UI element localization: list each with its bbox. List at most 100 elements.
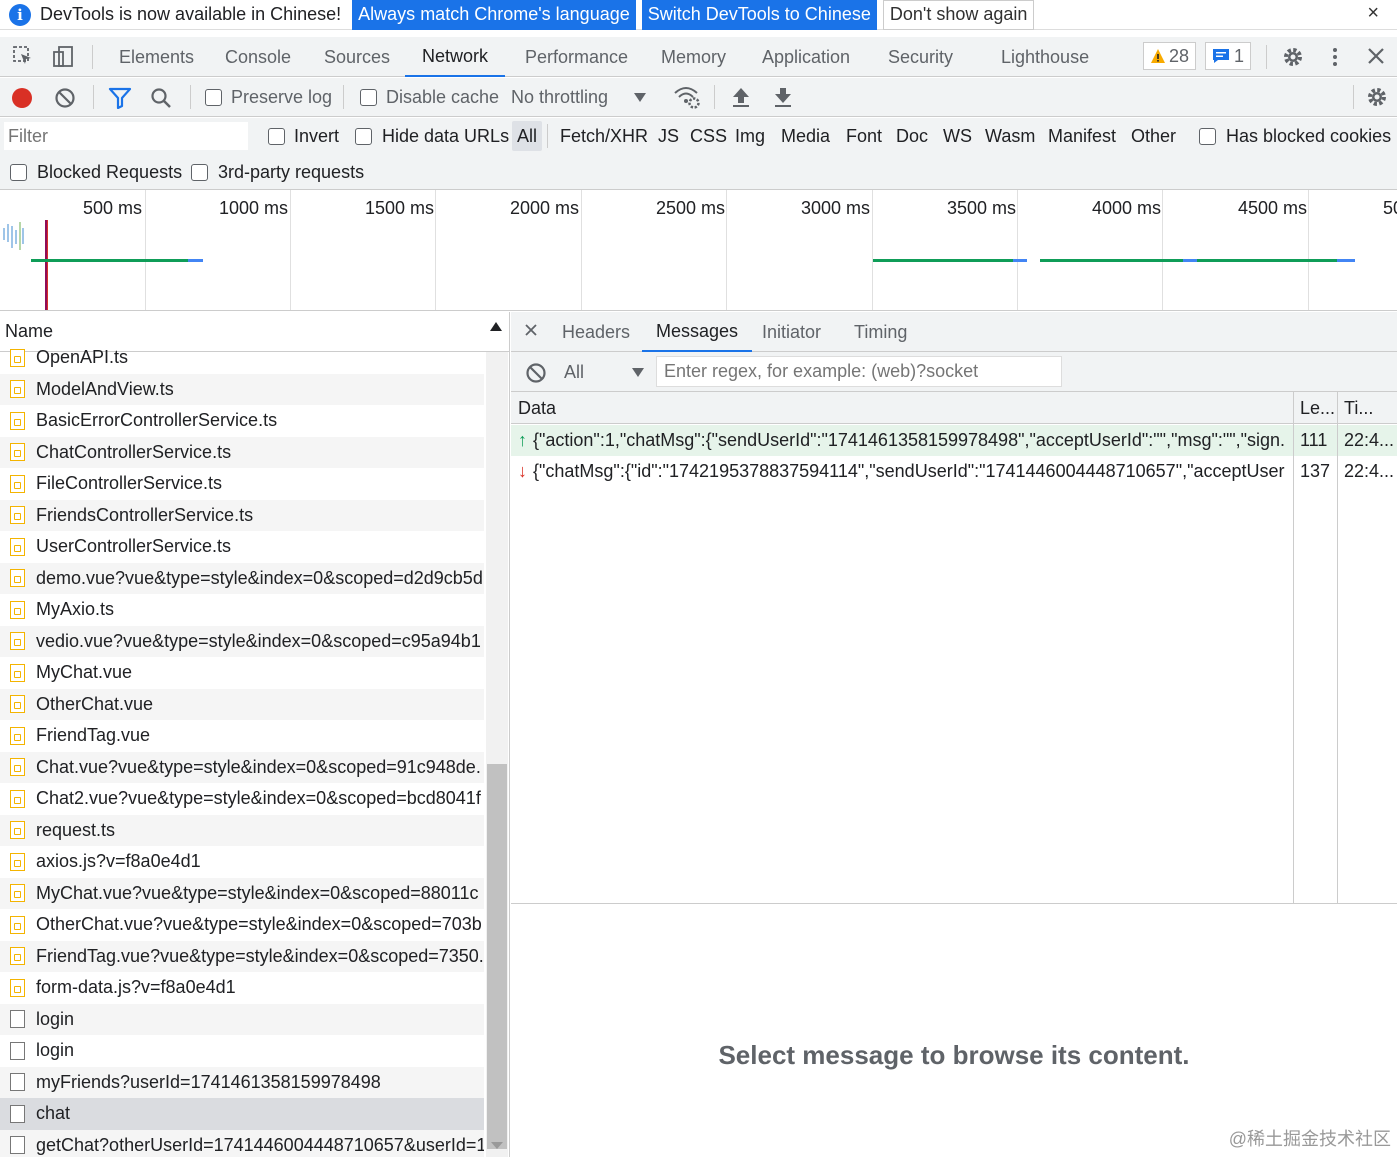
request-row[interactable]: MyChat.vue <box>0 657 484 689</box>
request-row[interactable]: request.ts <box>0 814 484 846</box>
type-filter-all[interactable]: All <box>512 121 543 151</box>
filter-input[interactable] <box>4 122 248 150</box>
settings-gear-icon[interactable] <box>1281 45 1305 69</box>
record-icon[interactable] <box>11 87 33 109</box>
tab-memory[interactable]: Memory <box>661 37 726 77</box>
request-row[interactable]: chat <box>0 1098 484 1130</box>
request-row[interactable]: vedio.vue?vue&type=style&index=0&scoped=… <box>0 625 484 657</box>
tab-performance[interactable]: Performance <box>525 37 628 77</box>
invert-box[interactable] <box>268 128 285 145</box>
search-icon[interactable] <box>150 87 172 109</box>
request-list-panel: Name OpenAPI.ts ModelAndView.ts BasicError… <box>0 312 510 1157</box>
request-row[interactable]: ChatControllerService.ts <box>0 436 484 468</box>
third-party-box[interactable] <box>191 164 208 181</box>
request-row[interactable]: MyChat.vue?vue&type=style&index=0&scoped… <box>0 877 484 909</box>
request-row[interactable]: OpenAPI.ts <box>0 342 484 374</box>
tab-sources[interactable]: Sources <box>324 37 390 77</box>
request-row[interactable]: Chat2.vue?vue&type=style&index=0&scoped=… <box>0 783 484 815</box>
request-row[interactable]: OtherChat.vue?vue&type=style&index=0&sco… <box>0 909 484 941</box>
type-filter-css[interactable]: CSS <box>690 121 727 151</box>
script-file-icon <box>10 443 25 462</box>
tab-lighthouse[interactable]: Lighthouse <box>1001 37 1089 77</box>
type-filter-media[interactable]: Media <box>781 121 830 151</box>
type-filter-font[interactable]: Font <box>846 121 882 151</box>
message-type-select[interactable]: All <box>564 362 645 383</box>
preserve-log-checkbox[interactable]: Preserve log <box>205 87 332 108</box>
type-filter-doc[interactable]: Doc <box>896 121 928 151</box>
dont-show-again-button[interactable]: Don't show again <box>882 0 1035 30</box>
tab-console[interactable]: Console <box>225 37 291 77</box>
switch-to-chinese-button[interactable]: Switch DevTools to Chinese <box>641 0 877 30</box>
request-row[interactable]: login <box>0 1003 484 1035</box>
export-har-icon[interactable] <box>773 86 793 108</box>
scrollbar-thumb[interactable] <box>487 764 507 1149</box>
message-regex-input[interactable] <box>656 356 1062 387</box>
network-conditions-icon[interactable] <box>673 84 701 110</box>
filter-funnel-icon[interactable] <box>108 87 132 109</box>
preserve-log-box[interactable] <box>205 89 222 106</box>
type-filter-fetch-xhr[interactable]: Fetch/XHR <box>560 121 648 151</box>
request-row[interactable]: BasicErrorControllerService.ts <box>0 405 484 437</box>
tab-headers[interactable]: Headers <box>562 312 630 352</box>
inspect-element-icon[interactable] <box>12 45 34 67</box>
close-devtools-icon[interactable] <box>1365 45 1387 67</box>
request-row[interactable]: login <box>0 1035 484 1067</box>
messages-badge[interactable]: 1 <box>1205 42 1252 70</box>
request-row[interactable]: FriendTag.vue?vue&type=style&index=0&sco… <box>0 940 484 972</box>
has-blocked-cookies-box[interactable] <box>1199 128 1216 145</box>
tab-messages[interactable]: Messages <box>642 312 753 352</box>
time-column-header[interactable]: Ti... <box>1344 392 1373 424</box>
hide-data-urls-checkbox[interactable]: Hide data URLs <box>355 126 509 147</box>
request-row[interactable]: MyAxio.ts <box>0 594 484 626</box>
third-party-checkbox[interactable]: 3rd-party requests <box>191 162 364 183</box>
request-row[interactable]: UserControllerService.ts <box>0 531 484 563</box>
throttling-select[interactable]: No throttling <box>511 87 647 108</box>
type-filter-other[interactable]: Other <box>1131 121 1176 151</box>
hide-data-urls-box[interactable] <box>355 128 372 145</box>
request-row[interactable]: myFriends?userId=1741461358159978498 <box>0 1066 484 1098</box>
type-filter-manifest[interactable]: Manifest <box>1048 121 1116 151</box>
clear-messages-icon[interactable] <box>525 362 547 384</box>
length-column-header[interactable]: Le... <box>1300 392 1335 424</box>
tab-timing[interactable]: Timing <box>854 312 907 352</box>
device-toolbar-icon[interactable] <box>51 45 75 69</box>
match-language-button[interactable]: Always match Chrome's language <box>352 0 636 30</box>
close-icon[interactable]: × <box>1367 2 1379 25</box>
type-filter-ws[interactable]: WS <box>943 121 972 151</box>
timeline-overview[interactable]: 500 ms 1000 ms 1500 ms 2000 ms 2500 ms 3… <box>0 190 1397 311</box>
request-row[interactable]: getChat?otherUserId=1741446004448710657&… <box>0 1129 484 1157</box>
request-row[interactable]: OtherChat.vue <box>0 688 484 720</box>
has-blocked-cookies-checkbox[interactable]: Has blocked cookies <box>1199 126 1391 147</box>
request-row[interactable]: Chat.vue?vue&type=style&index=0&scoped=9… <box>0 751 484 783</box>
more-options-icon[interactable] <box>1325 45 1345 69</box>
request-row[interactable]: demo.vue?vue&type=style&index=0&scoped=d… <box>0 562 484 594</box>
request-row[interactable]: form-data.js?v=f8a0e4d1 <box>0 972 484 1004</box>
disable-cache-box[interactable] <box>360 89 377 106</box>
blocked-requests-checkbox[interactable]: Blocked Requests <box>10 162 182 183</box>
request-row[interactable]: FileControllerService.ts <box>0 468 484 500</box>
import-har-icon[interactable] <box>731 86 751 108</box>
tab-network[interactable]: Network <box>405 37 506 77</box>
clear-icon[interactable] <box>54 87 76 109</box>
data-column-header[interactable]: Data <box>518 392 556 424</box>
tab-initiator[interactable]: Initiator <box>762 312 821 352</box>
request-row[interactable]: FriendTag.vue <box>0 720 484 752</box>
close-details-icon[interactable] <box>524 323 538 337</box>
request-row[interactable]: axios.js?v=f8a0e4d1 <box>0 846 484 878</box>
type-filter-js[interactable]: JS <box>658 121 679 151</box>
tab-elements[interactable]: Elements <box>119 37 194 77</box>
warnings-badge[interactable]: 28 <box>1143 42 1197 70</box>
blocked-requests-box[interactable] <box>10 164 27 181</box>
invert-checkbox[interactable]: Invert <box>268 126 339 147</box>
network-settings-gear-icon[interactable] <box>1365 85 1389 109</box>
message-row-sent[interactable]: ↑ {"action":1,"chatMsg":{"sendUserId":"17… <box>511 425 1397 456</box>
scroll-down-arrow-icon[interactable] <box>491 1142 503 1150</box>
type-filter-img[interactable]: Img <box>735 121 765 151</box>
request-row[interactable]: FriendsControllerService.ts <box>0 499 484 531</box>
message-row-received[interactable]: ↓ {"chatMsg":{"id":"1742195378837594114",… <box>511 456 1397 487</box>
request-row[interactable]: ModelAndView.ts <box>0 373 484 405</box>
tab-security[interactable]: Security <box>888 37 953 77</box>
disable-cache-checkbox[interactable]: Disable cache <box>360 87 499 108</box>
tab-application[interactable]: Application <box>762 37 850 77</box>
type-filter-wasm[interactable]: Wasm <box>985 121 1035 151</box>
